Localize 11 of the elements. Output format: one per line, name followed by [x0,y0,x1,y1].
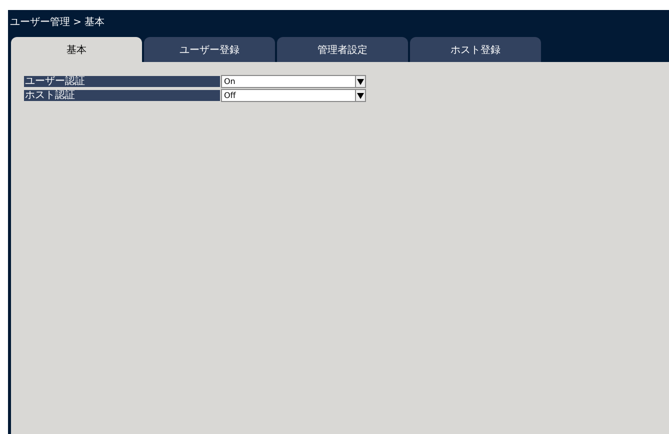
tab[interactable]: 管理者設定 [277,37,408,62]
dropdown[interactable]: On [221,75,366,88]
tab[interactable]: 基本 [11,37,142,62]
caret-icon [355,90,365,101]
tab[interactable]: ユーザー登録 [144,37,275,62]
setting-label: ユーザー認証 [24,76,220,87]
window-title: ユーザー管理 > 基本 [9,16,106,30]
tab[interactable]: ホスト登録 [410,37,541,62]
dropdown[interactable]: Off [221,89,366,102]
caret-icon [355,76,365,87]
setting-label: ホスト認証 [24,90,220,101]
